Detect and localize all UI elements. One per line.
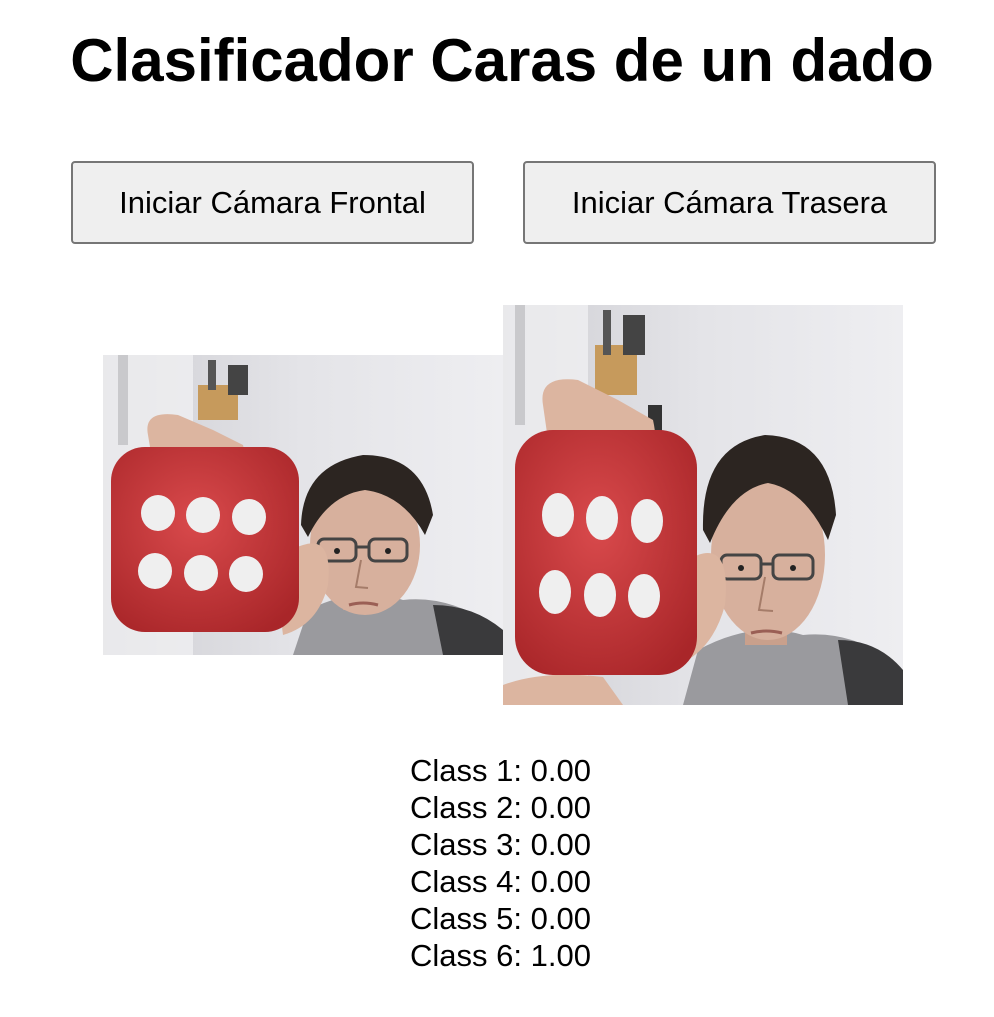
die <box>515 430 697 675</box>
prediction-row: Class 2: 0.00 <box>410 790 591 825</box>
prediction-row: Class 5: 0.00 <box>410 901 591 936</box>
die <box>111 447 299 632</box>
captured-frame <box>503 305 903 705</box>
webcam-feed <box>103 355 503 655</box>
prediction-value: 0.00 <box>530 790 591 825</box>
prediction-row: Class 1: 0.00 <box>410 753 591 788</box>
prediction-value: 0.00 <box>530 827 591 862</box>
prediction-value: 0.00 <box>530 901 591 936</box>
prediction-value: 0.00 <box>530 864 591 899</box>
prediction-row: Class 3: 0.00 <box>410 827 591 862</box>
prediction-row: Class 4: 0.00 <box>410 864 591 899</box>
webcam-image <box>103 355 503 655</box>
prediction-value: 1.00 <box>530 938 591 973</box>
page-title: Clasificador Caras de un dado <box>70 27 934 94</box>
start-front-camera-button[interactable]: Iniciar Cámara Frontal <box>71 161 474 244</box>
prediction-list: Class 1: 0.00 Class 2: 0.00 Class 3: 0.0… <box>410 752 591 974</box>
start-back-camera-button[interactable]: Iniciar Cámara Trasera <box>523 161 936 244</box>
prediction-row: Class 6: 1.00 <box>410 938 591 973</box>
prediction-value: 0.00 <box>530 753 591 788</box>
canvas-image <box>503 305 903 705</box>
